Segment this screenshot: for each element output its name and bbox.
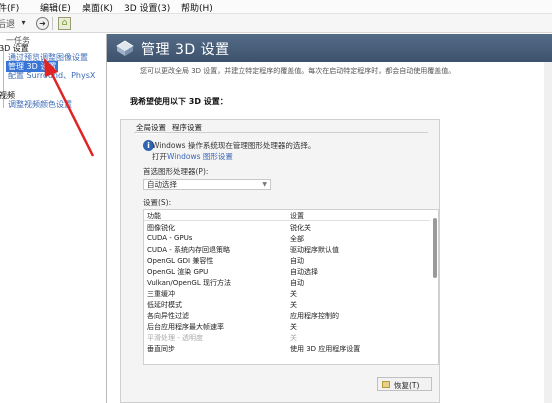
chevron-down-icon: ▼: [262, 181, 267, 188]
row-value: 关: [290, 323, 297, 331]
row-feature: 后台应用程序最大帧速率: [147, 323, 224, 331]
page-description: 您可以更改全局 3D 设置，并建立特定程序的覆盖值。每次在启动特定程序时，都会自…: [140, 67, 456, 75]
row-value: 自动: [290, 279, 304, 287]
table-row[interactable]: OpenGL GDI 兼容性 自动: [144, 255, 430, 266]
preferred-gpu-select[interactable]: 自动选择 ▼: [143, 179, 271, 190]
table-row[interactable]: 后台应用程序最大帧速率 关: [144, 321, 430, 332]
row-value: 关: [290, 334, 297, 342]
row-feature: 平滑处理 - 透明度: [147, 334, 203, 342]
restore-button-label: 恢复(T): [394, 381, 420, 390]
row-value: 关: [290, 301, 297, 309]
row-feature: 低延时模式: [147, 301, 182, 309]
sidebar-item-video-color[interactable]: 调整视频颜色设置: [8, 99, 72, 110]
page-scrollbar[interactable]: [544, 62, 552, 403]
table-row[interactable]: 平滑处理 - 透明度 关: [144, 332, 430, 343]
table-row[interactable]: OpenGL 渲染 GPU 自动选择: [144, 266, 430, 277]
row-feature: CUDA - GPUs: [147, 234, 193, 242]
sidebar-item-surround-physx[interactable]: 配置 Surround、PhysX: [8, 70, 95, 81]
column-header-setting: 设置: [290, 212, 304, 220]
table-row[interactable]: Vulkan/OpenGL 现行方法 自动: [144, 277, 430, 288]
row-value: 关: [290, 290, 297, 298]
row-value: 自动: [290, 257, 304, 265]
page-title: 管理 3D 设置: [141, 42, 230, 58]
table-row[interactable]: CUDA - 系统内存回退策略 驱动程序默认值: [144, 244, 430, 255]
restore-icon: [382, 381, 390, 388]
row-value: 应用程序控制的: [290, 312, 339, 320]
row-feature: OpenGL GDI 兼容性: [147, 257, 214, 265]
windows-graphics-settings-link[interactable]: Windows 图形设置: [167, 152, 233, 161]
toolbar-separator: [52, 17, 53, 30]
menu-bar: 件(F) 编辑(E) 桌面(K) 3D 设置(3) 帮助(H): [0, 0, 552, 14]
settings-label: 设置(S):: [143, 198, 172, 207]
table-scrollbar[interactable]: [433, 218, 437, 278]
row-feature: 垂直同步: [147, 345, 175, 353]
preferred-gpu-value: 自动选择: [147, 180, 177, 189]
row-feature: Vulkan/OpenGL 现行方法: [147, 279, 231, 287]
row-feature: 各向异性过滤: [147, 312, 189, 320]
settings-table: 功能 设置 图像锐化 锐化关 CUDA - GPUs 全部 CUDA - 系统内存回…: [143, 209, 439, 365]
column-header-feature: 功能: [147, 212, 161, 220]
row-feature: 三重缓冲: [147, 290, 175, 298]
menu-file[interactable]: 件(F): [0, 1, 19, 14]
home-icon[interactable]: ⌂: [58, 17, 71, 30]
row-value: 驱动程序默认值: [290, 246, 339, 254]
row-feature: CUDA - 系统内存回退策略: [147, 246, 231, 254]
restore-button[interactable]: 恢复(T): [377, 377, 432, 391]
toolbar: 后退 ▾ ➜ ⌂: [0, 14, 552, 33]
menu-help[interactable]: 帮助(H): [181, 1, 213, 14]
row-value: 自动选择: [290, 268, 318, 276]
chevron-down-icon[interactable]: ▾: [19, 17, 28, 30]
page-header: 管理 3D 设置: [107, 34, 552, 62]
row-feature: OpenGL 渲染 GPU: [147, 268, 209, 276]
section-label: 我希望使用以下 3D 设置：: [130, 97, 228, 106]
task-sidebar: 一任务 3D 设置 通过预览调整图像设置 管理 3D 设置 配置 Surroun…: [0, 34, 107, 403]
info-link-prefix: 打开: [152, 152, 167, 161]
info-link-line: 打开Windows 图形设置: [152, 151, 233, 162]
table-row[interactable]: 三重缓冲 关: [144, 288, 430, 299]
row-value: 使用 3D 应用程序设置: [290, 345, 361, 353]
menu-edit[interactable]: 编辑(E): [40, 1, 71, 14]
table-row[interactable]: 图像锐化 锐化关: [144, 222, 430, 233]
menu-3d-settings[interactable]: 3D 设置(3): [124, 1, 170, 14]
row-value: 锐化关: [290, 224, 311, 232]
preferred-gpu-label: 首选图形处理器(P):: [143, 167, 209, 176]
info-message: Windows 操作系统现在管理图形处理器的选择。: [152, 141, 316, 150]
table-row[interactable]: 低延时模式 关: [144, 299, 430, 310]
row-value: 全部: [290, 235, 304, 243]
table-row[interactable]: 各向异性过滤 应用程序控制的: [144, 310, 430, 321]
back-button[interactable]: 后退: [0, 17, 15, 30]
tab-divider: [134, 132, 428, 133]
menu-desktop[interactable]: 桌面(K): [82, 1, 113, 14]
3d-settings-icon: [116, 40, 134, 56]
row-feature: 图像锐化: [147, 224, 175, 232]
table-header-row: 功能 设置: [144, 210, 430, 221]
arrow-right-icon[interactable]: ➜: [36, 17, 49, 30]
table-row[interactable]: 垂直同步 使用 3D 应用程序设置: [144, 343, 430, 354]
table-row[interactable]: CUDA - GPUs 全部: [144, 233, 430, 244]
